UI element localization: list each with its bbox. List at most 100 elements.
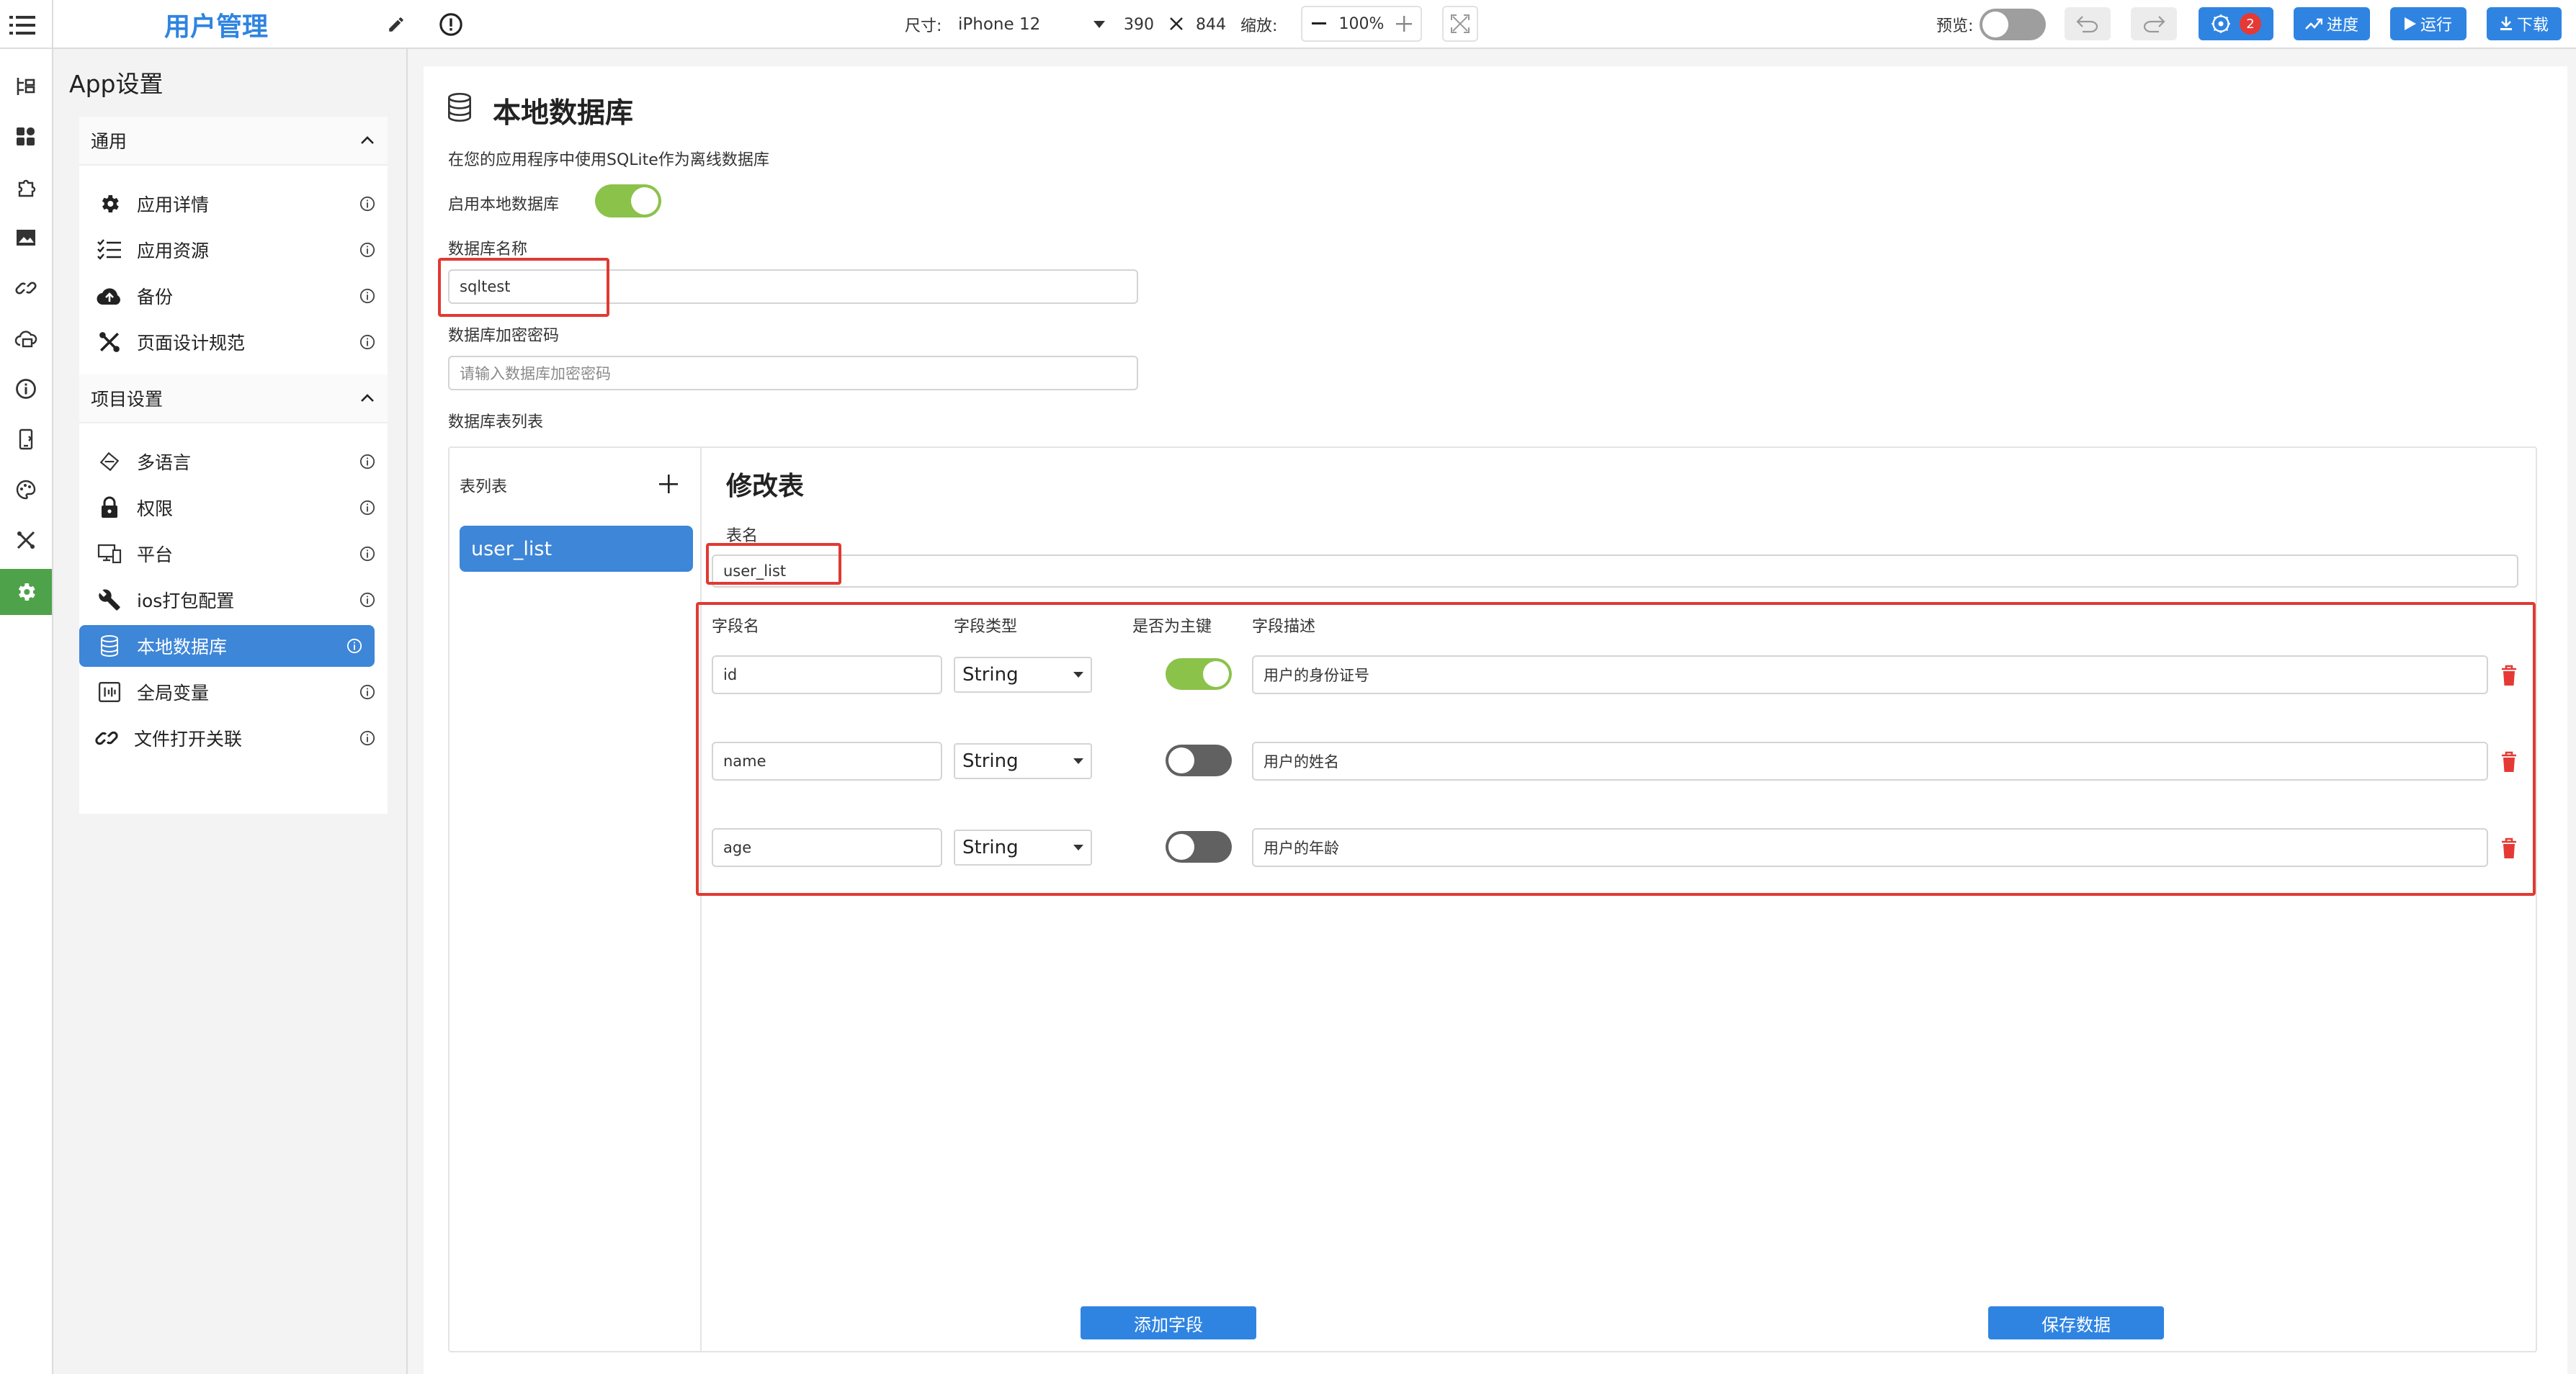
cloud-icon[interactable]: [0, 315, 52, 362]
table-list-item[interactable]: user_list: [460, 526, 693, 572]
db-password-input[interactable]: 请输入数据库加密密码: [448, 356, 1138, 390]
sidebar-item-backup[interactable]: 备份: [79, 275, 388, 317]
enable-db-toggle[interactable]: [595, 184, 661, 217]
sidebar-item-platform[interactable]: 平台: [79, 533, 388, 575]
primary-key-toggle[interactable]: [1166, 658, 1232, 690]
bug-icon: [2211, 14, 2230, 33]
info-icon[interactable]: [357, 728, 377, 748]
image-icon[interactable]: [0, 215, 52, 261]
lock-icon: [95, 493, 124, 522]
download-button[interactable]: 下载: [2487, 7, 2562, 40]
run-button[interactable]: 运行: [2390, 7, 2467, 40]
preview-toggle[interactable]: [1980, 9, 2046, 40]
trash-icon[interactable]: [2497, 834, 2521, 863]
settings-icon[interactable]: [0, 569, 52, 615]
info-icon[interactable]: [344, 636, 365, 656]
sidebar-item-languages[interactable]: 多语言: [79, 441, 388, 482]
sidebar-item-permissions[interactable]: 权限: [79, 487, 388, 529]
add-field-button[interactable]: 添加字段: [1081, 1306, 1256, 1339]
debug-button[interactable]: 2: [2199, 7, 2273, 40]
plus-icon[interactable]: [1395, 14, 1413, 33]
field-name-input[interactable]: id: [712, 655, 942, 694]
info-icon[interactable]: [357, 682, 377, 702]
sidebar-item-app-resources[interactable]: 应用资源: [79, 229, 388, 271]
field-type-select[interactable]: String: [954, 743, 1092, 779]
caret-down-icon: [1094, 21, 1105, 28]
project-section-header[interactable]: 项目设置: [79, 374, 388, 423]
sidebar-item-label: 页面设计规范: [137, 333, 246, 354]
sidebar-item-label: 备份: [137, 287, 174, 307]
info-icon[interactable]: [357, 332, 377, 352]
pencil-icon[interactable]: [382, 10, 411, 39]
info-icon[interactable]: [357, 286, 377, 306]
highlight-box: [438, 258, 609, 317]
table-list-label: 数据库表列表: [448, 413, 544, 431]
mobile-icon[interactable]: [0, 416, 52, 462]
sidebar-item-app-details[interactable]: 应用详情: [79, 183, 388, 225]
sidebar-item-file-associations[interactable]: 文件打开关联: [79, 717, 388, 759]
progress-button[interactable]: 进度: [2294, 7, 2370, 40]
sidebar-item-global-variables[interactable]: 全局变量: [79, 671, 388, 713]
trash-icon[interactable]: [2497, 661, 2521, 690]
plugin-icon[interactable]: [0, 164, 52, 210]
link-icon[interactable]: [0, 265, 52, 311]
info-icon[interactable]: [357, 590, 377, 610]
menu-icon[interactable]: [6, 9, 39, 42]
app-title[interactable]: 用户管理: [108, 7, 324, 42]
sidebar-item-label: ios打包配置: [137, 591, 235, 611]
components-icon[interactable]: [0, 114, 52, 160]
sidebar-item-ios-build[interactable]: ios打包配置: [79, 579, 388, 621]
device-select[interactable]: iPhone 12: [958, 10, 1109, 39]
fullscreen-icon[interactable]: [1442, 6, 1478, 42]
redo-icon[interactable]: [2131, 7, 2177, 40]
chevron-up-icon: [361, 394, 374, 402]
general-section-title: 通用: [91, 131, 128, 152]
column-header-type: 字段类型: [954, 618, 1018, 636]
general-section-header[interactable]: 通用: [79, 117, 388, 166]
primary-key-toggle[interactable]: [1166, 745, 1232, 776]
info-icon[interactable]: [357, 452, 377, 472]
field-description-input[interactable]: 用户的姓名: [1252, 742, 2488, 781]
undo-icon[interactable]: [2065, 7, 2111, 40]
device-select-value: iPhone 12: [958, 15, 1041, 34]
field-type-select[interactable]: String: [954, 657, 1092, 693]
column-header-primary: 是否为主键: [1132, 618, 1212, 636]
height-value[interactable]: 844: [1196, 13, 1226, 36]
sidebar-item-design-guidelines[interactable]: 页面设计规范: [79, 321, 388, 363]
save-data-button[interactable]: 保存数据: [1988, 1306, 2164, 1339]
field-name-input[interactable]: age: [712, 828, 942, 867]
table-name-input[interactable]: user_list: [712, 554, 2518, 588]
alert-circle-icon[interactable]: [435, 9, 467, 40]
field-name-value: age: [723, 839, 752, 856]
width-value[interactable]: 390: [1124, 13, 1154, 36]
highlight-box: [706, 543, 841, 585]
run-label: 运行: [2420, 17, 2452, 35]
field-description-input[interactable]: 用户的年龄: [1252, 828, 2488, 867]
language-icon: [95, 447, 124, 476]
field-description-input[interactable]: 用户的身份证号: [1252, 655, 2488, 694]
info-icon[interactable]: [0, 366, 52, 412]
info-icon[interactable]: [357, 194, 377, 214]
add-icon[interactable]: [654, 470, 683, 498]
close-icon: [1167, 12, 1186, 36]
gear-icon: [95, 189, 124, 218]
palette-icon[interactable]: [0, 467, 52, 513]
sidebar-item-label: 应用资源: [137, 241, 210, 261]
db-name-label: 数据库名称: [448, 241, 528, 259]
outline-icon[interactable]: [0, 63, 52, 109]
trash-icon[interactable]: [2497, 747, 2521, 776]
debug-badge: 2: [2240, 13, 2261, 35]
caret-down-icon: [1073, 672, 1083, 678]
database-icon: [95, 632, 124, 660]
tools-icon[interactable]: [0, 517, 52, 563]
info-icon[interactable]: [357, 240, 377, 260]
info-icon[interactable]: [357, 498, 377, 518]
minus-icon[interactable]: [1310, 14, 1328, 33]
table-list-panel: 表列表 user_list: [450, 448, 702, 1351]
info-icon[interactable]: [357, 544, 377, 564]
field-type-select[interactable]: String: [954, 830, 1092, 866]
sidebar-item-local-database[interactable]: 本地数据库: [79, 625, 375, 667]
sidebar-title: App设置: [69, 70, 164, 98]
primary-key-toggle[interactable]: [1166, 831, 1232, 863]
field-name-input[interactable]: name: [712, 742, 942, 781]
